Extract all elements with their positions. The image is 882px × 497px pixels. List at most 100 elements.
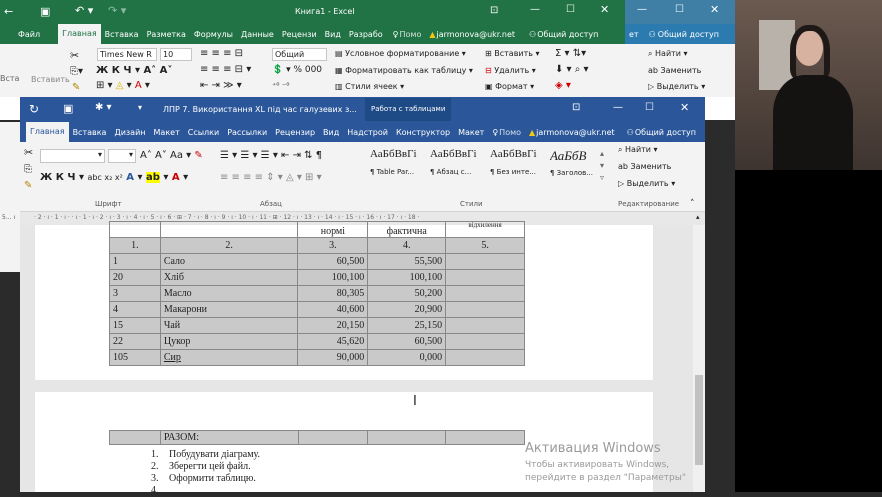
table-cell[interactable]: 80,305 [297, 285, 369, 302]
table-cell[interactable] [445, 269, 525, 286]
copy-icon[interactable]: ⎘ [24, 164, 32, 175]
minimize-icon[interactable]: — [613, 102, 623, 113]
table-cell[interactable]: Чай [159, 317, 299, 334]
tab-formulas[interactable]: Формулы [190, 30, 237, 39]
table-cell[interactable]: нормі [297, 221, 369, 238]
excel-replace-button[interactable]: ab Заменить [648, 66, 701, 75]
clear-icon[interactable]: ◈ ▾ [555, 80, 571, 91]
list-icons[interactable]: ☰ ▾ ☰ ▾ ☰ ▾ ⇤ ⇥ ⇅ ¶ [220, 150, 322, 161]
table-cell[interactable]: 15 [109, 317, 161, 334]
percent-icons[interactable]: 💲 ▾ % 000 [272, 65, 322, 75]
tab-layout[interactable]: Разметка [143, 30, 190, 39]
table-cell[interactable]: 60,500 [367, 333, 447, 350]
table-cell[interactable]: 55,500 [367, 253, 447, 270]
excel-find-button[interactable]: ⌕ Найти ▾ [648, 49, 688, 59]
table-cell[interactable]: Макарони [159, 301, 299, 318]
collapse-ribbon-icon[interactable]: ˄ [690, 199, 695, 209]
table-cell[interactable]: 60,500 [297, 253, 369, 270]
copy-icon[interactable]: ⎘▾ [70, 66, 83, 77]
indent-icons[interactable]: ⇤ ⇥ ≫ ▾ [200, 80, 242, 91]
tab-table-design[interactable]: Конструктор [392, 128, 454, 137]
table-cell[interactable]: Хліб [159, 269, 299, 286]
tab-addins[interactable]: Надстрой [343, 128, 392, 137]
cut-icon[interactable]: ✂ [70, 49, 79, 62]
table-cell[interactable]: 2. [159, 237, 299, 254]
table-cell[interactable]: 20 [109, 269, 161, 286]
tab-insert[interactable]: Вставка [69, 128, 111, 137]
table-cell[interactable]: 3. [297, 237, 369, 254]
style-item[interactable]: АаБбВвГі ¶ Без инте... [490, 148, 550, 188]
word-font-name[interactable]: ▾ [40, 149, 105, 163]
table-cell[interactable]: 90,000 [297, 349, 369, 366]
maximize-icon[interactable]: ☐ [675, 4, 684, 15]
table-cell[interactable]: 22 [109, 333, 161, 350]
table-cell[interactable] [109, 430, 161, 445]
table-cell[interactable]: 5. [445, 237, 525, 254]
conditional-format-button[interactable]: ▤ Условное форматирование ▾ [335, 49, 466, 58]
close-icon[interactable]: ✕ [600, 3, 609, 16]
cut-icon[interactable]: ✂ [24, 146, 33, 159]
tab-review[interactable]: Рецензи [278, 30, 321, 39]
tab-view[interactable]: Вид [321, 30, 345, 39]
table-cell[interactable]: Масло [159, 285, 299, 302]
table-cell[interactable]: 45,620 [297, 333, 369, 350]
table-cell[interactable]: 100,100 [367, 269, 447, 286]
align-icons-2[interactable]: ≡ ≡ ≡ ⊟ ▾ [200, 64, 251, 75]
table-cell[interactable] [445, 253, 525, 270]
table-cell[interactable]: 100,100 [297, 269, 369, 286]
scroll-up-icon[interactable]: ▴ [696, 213, 700, 221]
format-painter-icon[interactable]: ✎ [24, 180, 32, 191]
word-user[interactable]: jarmonova@ukr.net [536, 128, 619, 137]
excel-user[interactable]: jarmonova@ukr.net [437, 30, 520, 39]
tell-me-search[interactable]: Помо [499, 128, 525, 137]
table-cell[interactable]: 50,200 [367, 285, 447, 302]
table-cell[interactable] [445, 349, 525, 366]
tab-developer[interactable]: Разрабо [345, 30, 387, 39]
cell-styles-button[interactable]: ▥ Стили ячеек ▾ [335, 82, 404, 91]
table-cell[interactable] [445, 301, 525, 318]
excel-font-size[interactable]: 10 [160, 48, 192, 61]
tab-layout[interactable]: Макет [150, 128, 184, 137]
minimize-icon[interactable]: — [637, 4, 647, 15]
font-grow-shrink-icons[interactable]: A˄ A˅ Aa ▾ ✎ [140, 150, 203, 161]
table-cell[interactable]: 20,900 [367, 301, 447, 318]
tab-data[interactable]: Данные [237, 30, 278, 39]
back-icon[interactable]: ← [4, 5, 13, 18]
tab-file[interactable]: Файл [0, 30, 44, 39]
ribbon-display-icon[interactable]: ⊡ [572, 102, 580, 113]
tab-references[interactable]: Ссылки [184, 128, 223, 137]
tab-home[interactable]: Главная [58, 24, 101, 44]
tab-table-layout[interactable]: Макет [454, 128, 488, 137]
table-cell[interactable] [445, 333, 525, 350]
style-item[interactable]: АаБбВвГі ¶ Table Par... [370, 148, 430, 188]
delete-cells-button[interactable]: ⊟ Удалить ▾ [485, 66, 536, 75]
second-share-button[interactable]: Общий доступ [658, 30, 723, 39]
word-select-button[interactable]: ▷ Выделить ▾ [618, 179, 675, 188]
table-cell[interactable]: 1. [109, 237, 161, 254]
table-cell[interactable]: фактична [367, 221, 447, 238]
styles-scroll-icon[interactable]: ▴ ▾ ▿ [600, 148, 604, 184]
excel-paste-label[interactable]: Вставить [31, 75, 70, 84]
word-font-size[interactable]: ▾ [108, 149, 136, 163]
table-cell[interactable]: 1 [109, 253, 161, 270]
format-table-button[interactable]: ▦ Форматировать как таблицу ▾ [335, 66, 473, 75]
excel-select-button[interactable]: ▷ Выделить ▾ [648, 82, 705, 91]
table-cell[interactable] [159, 221, 299, 238]
table-cell[interactable]: 3 [109, 285, 161, 302]
excel-share-button[interactable]: Общий доступ [537, 30, 602, 39]
close-icon[interactable]: ✕ [710, 3, 719, 16]
excel-font-name[interactable]: Times New R [97, 48, 157, 61]
table-cell[interactable]: 0,000 [367, 349, 447, 366]
table-cell[interactable] [445, 430, 525, 445]
table-cell[interactable]: 4. [367, 237, 447, 254]
tab-review[interactable]: Рецензир [271, 128, 319, 137]
word-find-button[interactable]: ⌕ Найти ▾ [618, 145, 658, 155]
table-cell[interactable] [297, 430, 369, 445]
align-icons[interactable]: ≡ ≡ ≡ ⊟ [200, 48, 243, 59]
vertical-scrollbar[interactable] [693, 225, 705, 492]
tab-insert[interactable]: Вставка [101, 30, 143, 39]
ribbon-display-icon[interactable]: ⊡ [490, 5, 498, 16]
excel-number-format[interactable]: Общий [272, 48, 327, 61]
format-painter-icon[interactable]: ✎ [72, 82, 80, 93]
redo-icon[interactable]: ↷ ▾ [108, 4, 126, 17]
